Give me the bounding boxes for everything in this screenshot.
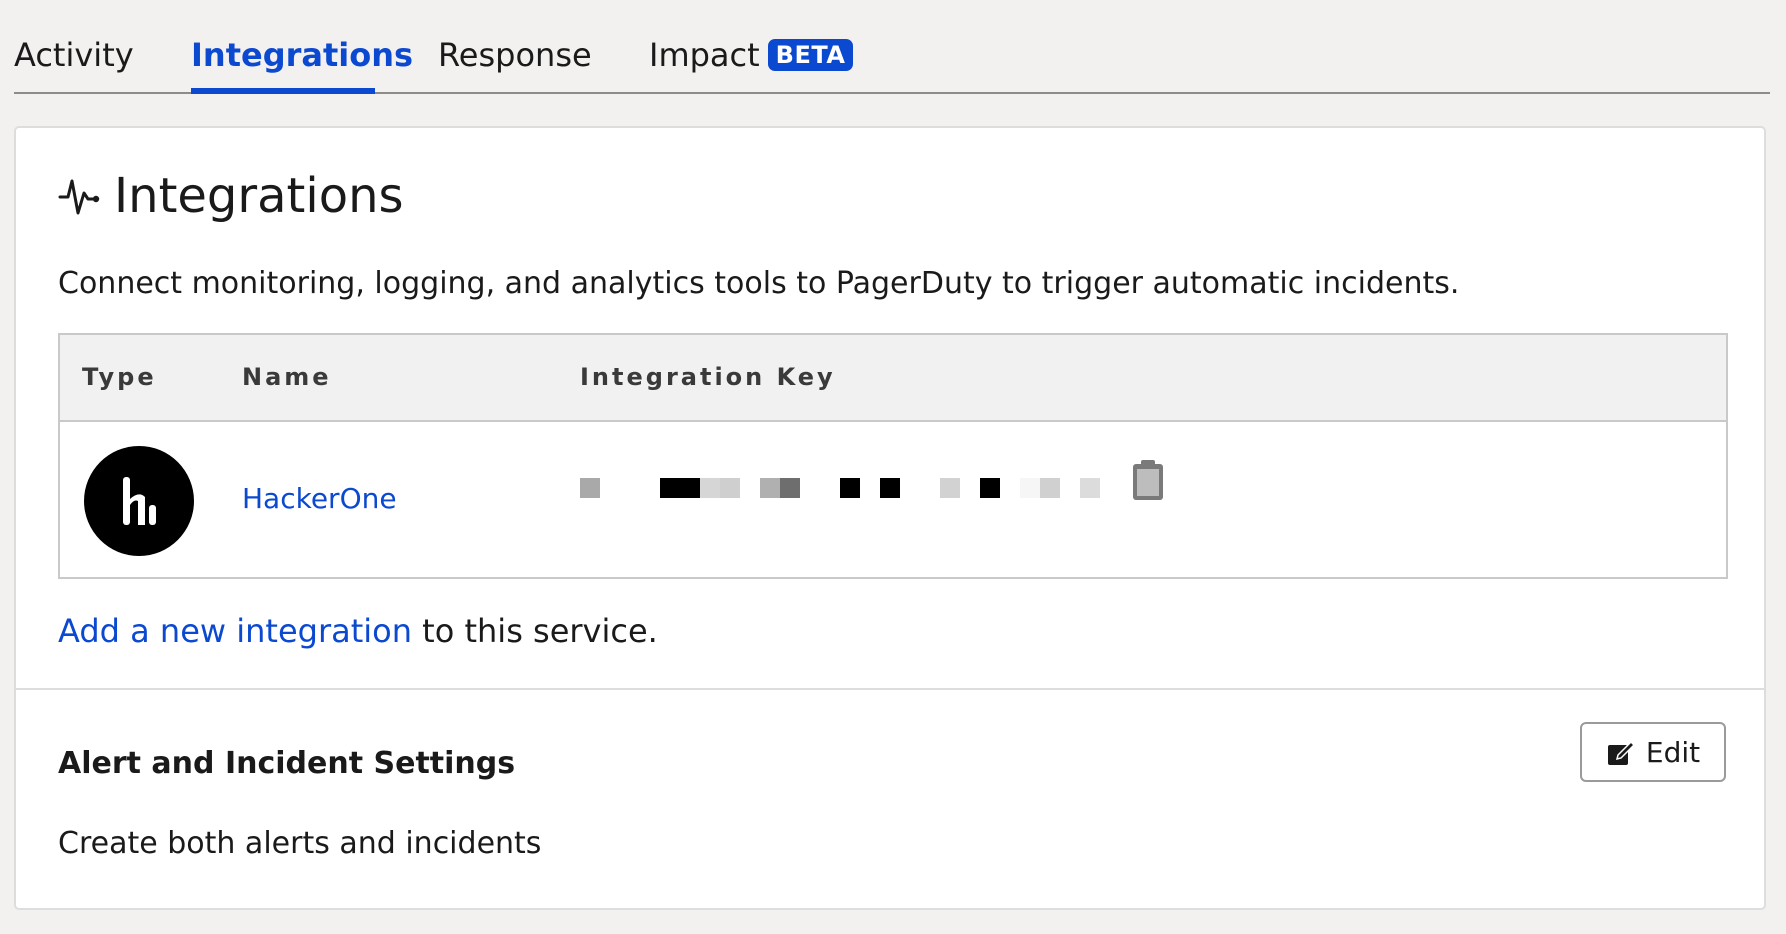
integrations-description: Connect monitoring, logging, and analyti… <box>58 266 1460 301</box>
tab-impact[interactable]: Impact BETA <box>649 36 854 74</box>
tab-impact-label: Impact <box>649 36 760 74</box>
tab-bar: Activity Integrations Response Impact BET… <box>14 0 1770 94</box>
alert-settings-title: Alert and Incident Settings <box>58 746 516 781</box>
integrations-header: Integrations <box>58 168 404 224</box>
table-header: Type Name Integration Key <box>60 335 1726 422</box>
add-integration-suffix: to this service. <box>412 612 658 650</box>
tab-activity[interactable]: Activity <box>14 36 134 74</box>
beta-badge: BETA <box>767 39 854 71</box>
edit-button-label: Edit <box>1645 735 1701 769</box>
edit-icon <box>1607 740 1635 765</box>
column-header-name: Name <box>242 363 332 391</box>
clipboard-icon[interactable] <box>1130 458 1166 502</box>
edit-button[interactable]: Edit <box>1580 722 1726 782</box>
pulse-icon <box>58 179 100 215</box>
alert-settings-value: Create both alerts and incidents <box>58 826 542 861</box>
table-row: HackerOne <box>60 422 1726 577</box>
tab-integrations[interactable]: Integrations <box>191 36 413 74</box>
active-tab-indicator <box>191 88 375 94</box>
integrations-card: Integrations Connect monitoring, logging… <box>14 126 1766 910</box>
integration-name-link[interactable]: HackerOne <box>242 482 397 515</box>
add-integration-link[interactable]: Add a new integration <box>58 612 412 650</box>
page-title: Integrations <box>114 168 404 224</box>
column-header-integration-key: Integration Key <box>580 363 836 391</box>
column-header-type: Type <box>82 363 157 391</box>
integrations-table: Type Name Integration Key HackerOne <box>58 333 1728 579</box>
tab-response[interactable]: Response <box>438 36 592 74</box>
section-divider <box>16 688 1764 690</box>
add-integration-line: Add a new integration to this service. <box>58 612 658 650</box>
integration-key-redacted <box>580 458 1140 518</box>
hackerone-logo <box>84 446 194 556</box>
